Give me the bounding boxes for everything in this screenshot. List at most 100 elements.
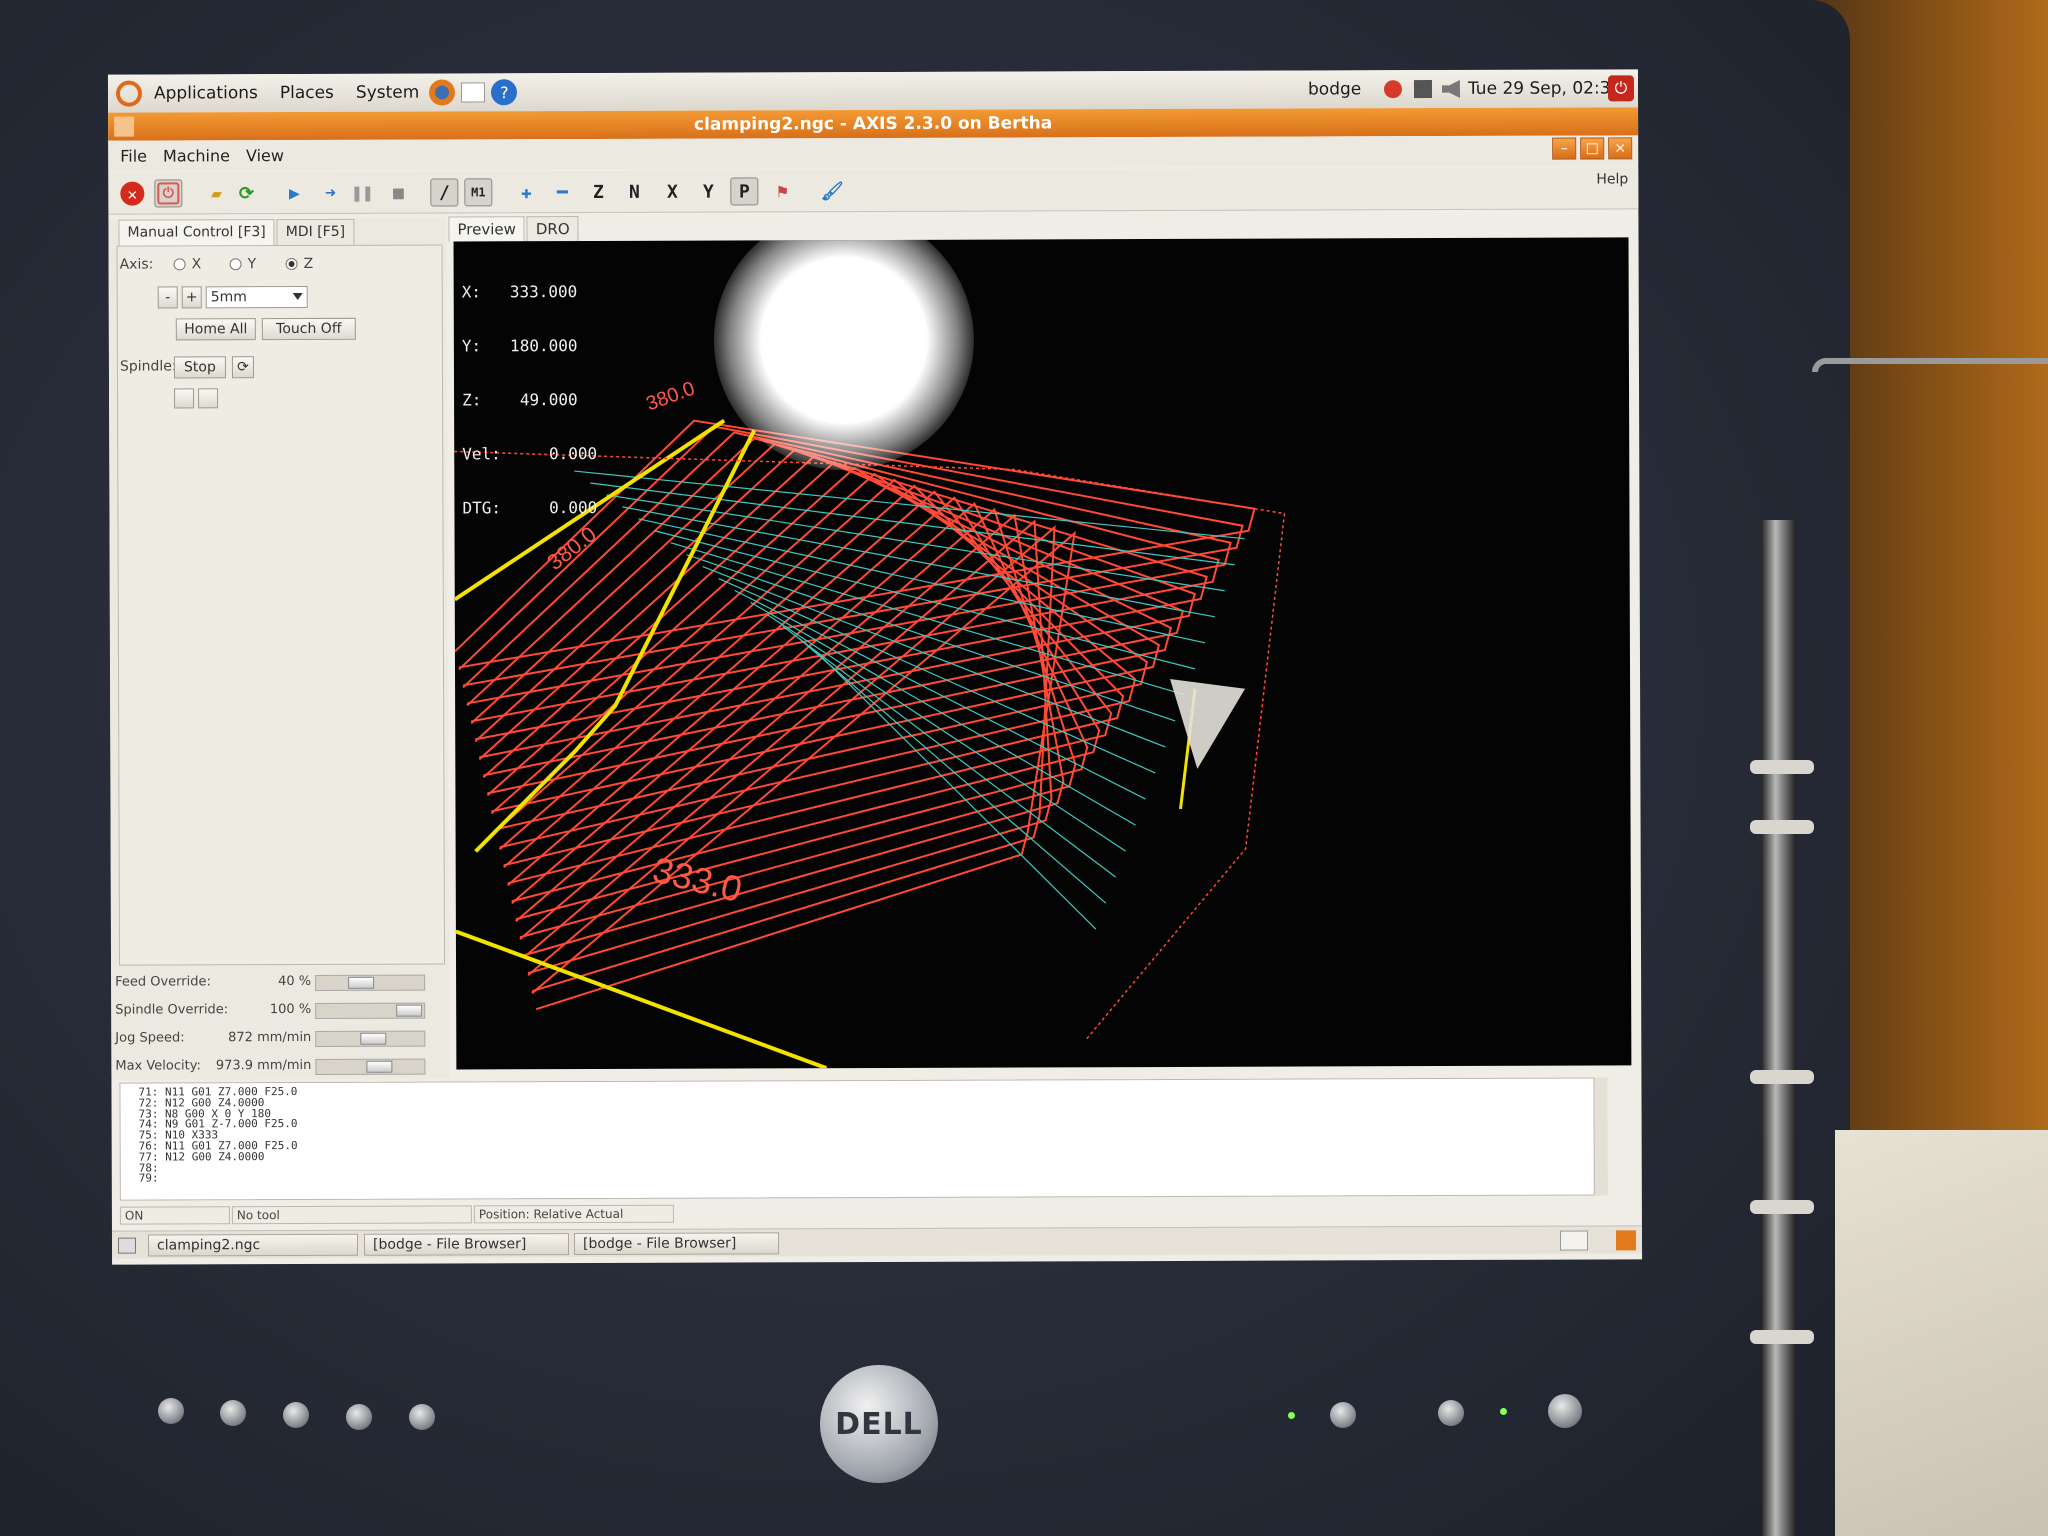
spindle-forward-icon[interactable]: ⟳: [231, 356, 254, 379]
estop-icon[interactable]: ✕: [120, 181, 145, 206]
toolpath-preview[interactable]: 380.0 380.0 333.0 X: 333.000 Y: 180.000 …: [453, 237, 1632, 1070]
axis-z-radio[interactable]: [285, 258, 298, 271]
volume-icon[interactable]: [1442, 80, 1460, 98]
monitor-button[interactable]: [283, 1402, 309, 1428]
clear-backplot-icon[interactable]: 🖌: [818, 177, 846, 205]
max-velocity-label: Max Velocity:: [115, 1058, 201, 1074]
reload-icon[interactable]: ⟳: [232, 179, 260, 207]
network-icon[interactable]: [1413, 80, 1433, 99]
show-desktop-icon[interactable]: [117, 1237, 137, 1254]
tab-preview[interactable]: Preview: [448, 216, 525, 242]
slider-thumb[interactable]: [366, 1060, 393, 1073]
trash-icon[interactable]: [1615, 1230, 1637, 1251]
gnome-panel: Applications Places System ? bodge Tue 2…: [107, 69, 1639, 113]
feed-override-row: Feed Override: 40 %: [115, 970, 449, 993]
jog-increment-value: 5mm: [210, 289, 247, 306]
machine-state: ON: [119, 1206, 230, 1225]
firefox-icon[interactable]: [429, 79, 456, 106]
monitor-button[interactable]: [220, 1400, 246, 1426]
maximize-button[interactable]: □: [1580, 137, 1605, 160]
spindle-override-slider[interactable]: [315, 1002, 426, 1019]
task-axis[interactable]: clamping2.ngc: [147, 1233, 359, 1257]
spindle-stop-button[interactable]: Stop: [173, 356, 226, 379]
gcode-scrollbar[interactable]: [1593, 1077, 1608, 1196]
jog-speed-slider[interactable]: [315, 1030, 426, 1047]
feed-override-slider[interactable]: [315, 974, 426, 991]
tab-manual-control[interactable]: Manual Control [F3]: [118, 219, 275, 246]
power-button[interactable]: [1548, 1394, 1582, 1428]
stop-icon[interactable]: ■: [384, 179, 412, 207]
home-all-button[interactable]: Home All: [175, 318, 256, 341]
dro-x: X: 333.000: [461, 282, 578, 302]
jog-minus-button[interactable]: -: [157, 286, 178, 309]
tab-dro[interactable]: DRO: [526, 216, 579, 242]
task-file-browser[interactable]: [bodge - File Browser]: [573, 1232, 780, 1256]
window-menu-icon[interactable]: [114, 116, 135, 137]
machine-power-icon[interactable]: ⏻: [157, 182, 180, 205]
cardboard-box: [1835, 1130, 2048, 1536]
spindle-faster-button[interactable]: [198, 388, 219, 409]
step-icon[interactable]: ➜: [316, 179, 344, 207]
max-velocity-slider[interactable]: [315, 1058, 426, 1075]
cable-tie: [1750, 1070, 1814, 1084]
axis-x-radio[interactable]: [173, 258, 186, 271]
menu-file[interactable]: File: [120, 146, 147, 165]
zoom-in-icon[interactable]: ✚: [512, 178, 540, 206]
help-menu[interactable]: Help: [1596, 171, 1628, 187]
jog-increment-select[interactable]: 5mm: [205, 285, 308, 309]
taskbar: clamping2.ngc [bodge - File Browser] [bo…: [111, 1225, 1643, 1259]
slider-thumb[interactable]: [360, 1032, 387, 1045]
zoom-out-icon[interactable]: ━: [548, 178, 576, 206]
monitor-button[interactable]: [346, 1404, 372, 1430]
view-x-icon[interactable]: X: [658, 178, 686, 206]
menu-view[interactable]: View: [246, 146, 284, 165]
jog-speed-value: 872 mm/min: [228, 1029, 312, 1046]
touch-off-button[interactable]: Touch Off: [261, 317, 356, 341]
minimize-button[interactable]: –: [1552, 137, 1577, 160]
gcode-listing[interactable]: 71: N11 G01 Z7.000 F25.0 72: N12 G00 Z4.…: [119, 1077, 1600, 1201]
shutdown-icon[interactable]: ⏻: [1607, 75, 1635, 102]
left-tabs: Manual Control [F3] MDI [F5]: [118, 218, 356, 246]
optional-stop-icon[interactable]: M1: [464, 178, 493, 207]
jog-plus-button[interactable]: +: [181, 286, 202, 309]
mail-icon[interactable]: [461, 82, 486, 103]
applications-menu[interactable]: Applications: [154, 83, 258, 103]
axis-y-radio[interactable]: [229, 258, 242, 271]
update-notifier-icon[interactable]: [1383, 80, 1403, 99]
feed-override-value: 40 %: [278, 973, 312, 990]
clock[interactable]: Tue 29 Sep, 02:33: [1468, 78, 1621, 99]
toolpath-canvas[interactable]: 380.0 380.0 333.0: [453, 237, 1632, 1070]
dro-y: Y: 180.000: [461, 336, 578, 356]
user-name[interactable]: bodge: [1308, 79, 1361, 99]
task-file-browser[interactable]: [bodge - File Browser]: [363, 1233, 570, 1256]
open-file-icon[interactable]: ▰: [202, 179, 230, 207]
monitor-button[interactable]: [1438, 1400, 1464, 1426]
view-z-icon[interactable]: Z: [584, 178, 612, 206]
slider-thumb[interactable]: [396, 1004, 423, 1017]
places-menu[interactable]: Places: [280, 83, 334, 103]
monitor-button[interactable]: [1330, 1402, 1356, 1428]
ubuntu-logo-icon[interactable]: [115, 80, 143, 107]
block-delete-icon[interactable]: /: [430, 178, 459, 207]
run-icon[interactable]: ▶: [280, 179, 308, 207]
jog-speed-row: Jog Speed: 872 mm/min: [115, 1026, 449, 1049]
left-pane: Manual Control [F3] MDI [F5] Axis: X Y Z…: [108, 218, 450, 1080]
workspace-switcher[interactable]: [1559, 1230, 1589, 1251]
monitor-button[interactable]: [409, 1404, 435, 1430]
system-menu[interactable]: System: [356, 83, 419, 103]
menu-machine[interactable]: Machine: [163, 146, 230, 165]
cable-tie: [1750, 1200, 1814, 1214]
tab-mdi[interactable]: MDI [F5]: [276, 218, 355, 246]
slider-thumb[interactable]: [348, 976, 375, 989]
toolbar: ✕ ⏻ ▰ ⟳ ▶ ➜ ❚❚ ■ / M1 ✚ ━ Z N X Y P ⚑ 🖌: [108, 167, 1639, 215]
monitor-button[interactable]: [158, 1398, 184, 1424]
rotate-view-icon[interactable]: ⚑: [768, 177, 796, 205]
jog-speed-label: Jog Speed:: [115, 1030, 185, 1046]
spindle-slower-button[interactable]: [174, 388, 195, 409]
close-button[interactable]: ×: [1608, 137, 1633, 160]
pause-icon[interactable]: ❚❚: [348, 179, 376, 207]
view-p-icon[interactable]: P: [730, 177, 759, 206]
view-y-icon[interactable]: Y: [694, 178, 722, 206]
view-z2-icon[interactable]: N: [620, 178, 648, 206]
help-icon[interactable]: ?: [491, 79, 518, 106]
